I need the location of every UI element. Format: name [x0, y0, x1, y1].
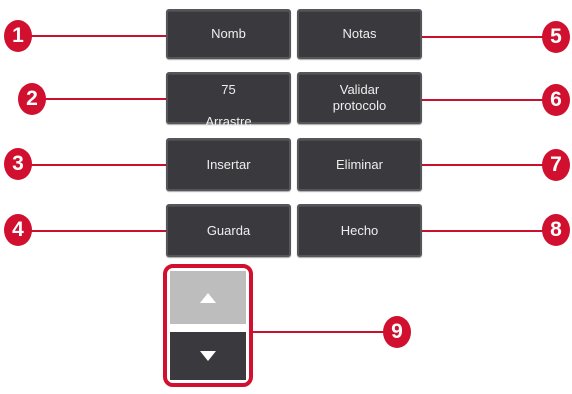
delete-button-label: Eliminar [336, 156, 383, 172]
callout-line-6 [415, 99, 547, 101]
drag-count: 75 [221, 82, 236, 97]
arrow-down-icon [200, 351, 216, 361]
callout-9: 9 [383, 316, 411, 348]
notes-button[interactable]: Notas [297, 9, 422, 59]
drag-text: Arrastre [205, 114, 252, 129]
done-button-label: Hecho [340, 222, 379, 238]
callout-8: 8 [542, 214, 570, 246]
notes-button-label: Notas [342, 26, 377, 41]
validate-protocol-button[interactable]: Validar protocolo [297, 72, 422, 124]
name-button[interactable]: Nomb [166, 9, 291, 59]
name-button-label: Nomb [211, 26, 246, 41]
callout-7: 7 [542, 149, 570, 181]
scroll-up-button[interactable] [170, 271, 246, 324]
validate-protocol-label: Validar protocolo [332, 82, 387, 113]
drag-button-label: 75 Arrastre [205, 66, 251, 130]
delete-button[interactable]: Eliminar [297, 138, 422, 191]
done-button[interactable]: Hecho [297, 204, 422, 257]
callout-5: 5 [542, 21, 570, 53]
callout-line-9 [253, 331, 393, 333]
insert-button[interactable]: Insertar [166, 138, 291, 191]
callout-4: 4 [4, 214, 32, 246]
callout-line-3 [30, 164, 172, 166]
callout-line-5 [415, 36, 547, 38]
scroll-down-button[interactable] [170, 332, 246, 380]
callout-1: 1 [4, 20, 32, 52]
callout-3: 3 [4, 148, 32, 180]
callout-line-8 [415, 230, 547, 232]
save-button[interactable]: Guarda [166, 204, 291, 257]
scroll-control [163, 264, 253, 387]
save-button-label: Guarda [206, 222, 251, 238]
callout-2: 2 [18, 83, 46, 115]
arrow-up-icon [200, 292, 216, 303]
callout-6: 6 [542, 84, 570, 116]
callout-line-7 [415, 164, 547, 166]
callout-line-1 [30, 35, 172, 37]
drag-button[interactable]: 75 Arrastre [166, 72, 291, 129]
callout-line-4 [30, 230, 172, 232]
callout-line-2 [32, 98, 172, 100]
insert-button-label: Insertar [206, 156, 251, 172]
